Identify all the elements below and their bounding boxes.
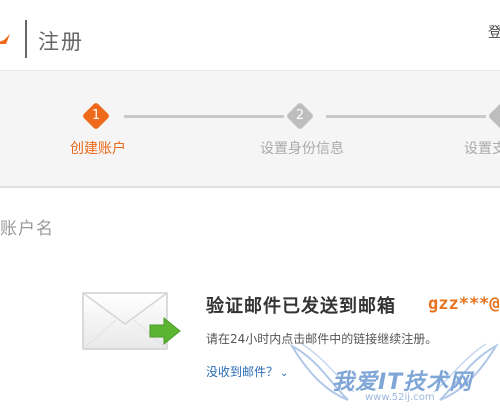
page-title: 注册 [38, 30, 84, 54]
registration-steps: 1 创建账户 2 设置身份信息 设置支 [0, 70, 500, 188]
envelope-icon [82, 292, 181, 350]
page-header: 注册 登 [0, 0, 500, 70]
step-3-label: 设置支 [464, 141, 500, 157]
mail-sent-title: 验证邮件已发送到邮箱 [206, 296, 396, 317]
watermark-url: www.52ij.com [365, 392, 435, 403]
login-link[interactable]: 登 [488, 22, 500, 42]
step-1-label: 创建账户 [70, 141, 126, 157]
header-divider [25, 20, 27, 58]
not-received-link[interactable]: 没收到邮件？ ⌄ [206, 363, 288, 380]
logo-icon [0, 34, 10, 44]
account-name-label: 账户名 [0, 219, 54, 239]
step-connector [326, 115, 486, 118]
mail-address: gzz***@ [428, 294, 500, 314]
step-2-number: 2 [295, 108, 305, 123]
step-connector [124, 115, 284, 118]
step-3-marker [487, 101, 500, 131]
step-1-number: 1 [91, 108, 101, 123]
step-2-label: 设置身份信息 [260, 141, 344, 157]
not-received-label: 没收到邮件？ [206, 365, 279, 379]
